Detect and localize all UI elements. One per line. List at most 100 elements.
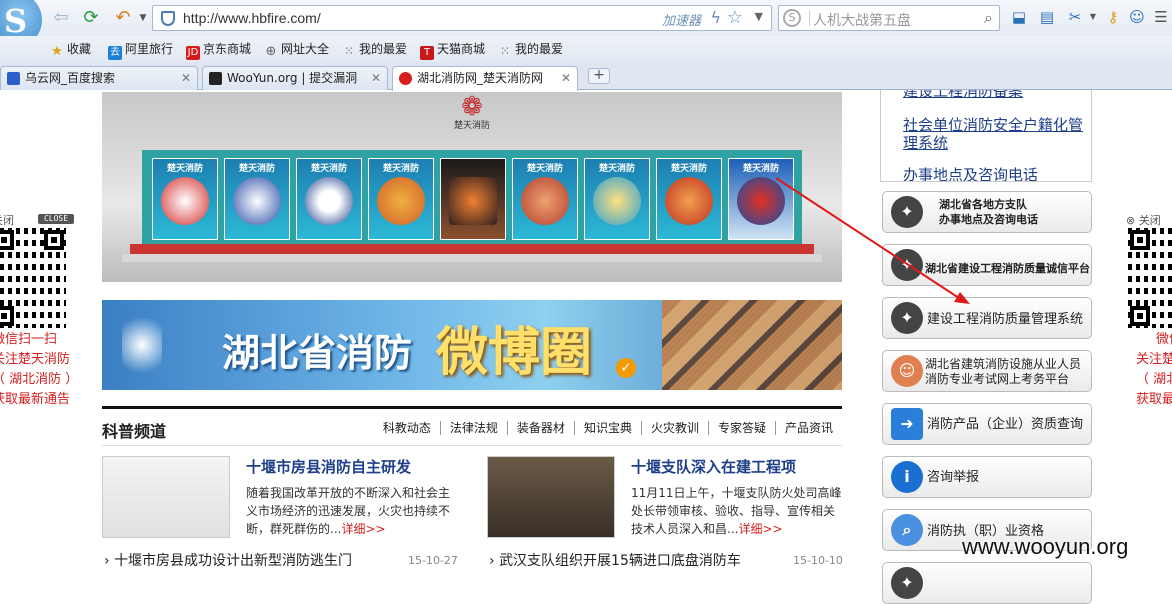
search-box[interactable]: S 人机大战第五盘 ⌕ (778, 5, 1000, 31)
download-icon[interactable]: ⬓ (1010, 8, 1028, 26)
weibo-banner[interactable]: 湖北省消防 微博圈 ✓ (102, 300, 842, 390)
scissors-dropdown-icon[interactable]: ▼ (1084, 8, 1102, 26)
sidebar-link[interactable]: 建设工程消防备案 (903, 90, 1023, 100)
channel-link[interactable]: 科教动态 (374, 421, 440, 435)
channel-link[interactable]: 法律法规 (439, 421, 507, 435)
tab-hbfire[interactable]: 湖北消防网_楚天消防网 ✕ (392, 66, 578, 91)
reader-icon[interactable]: ▤ (1038, 8, 1056, 26)
menu-icon[interactable]: ☰ (1152, 8, 1170, 26)
bookmark-item[interactable]: ⊕ 网址大全 (264, 40, 330, 59)
magazine-cover[interactable]: 楚天消防 (728, 158, 794, 240)
more-link[interactable]: 详细>> (341, 522, 385, 536)
tab-wooyun[interactable]: WooYun.org | 提交漏洞 ✕ (202, 66, 388, 90)
magazine-cover[interactable]: 楚天消防 (584, 158, 650, 240)
magazine-cover[interactable]: 楚天消防 (368, 158, 434, 240)
bookmark-item[interactable]: 去阿里旅行 (108, 40, 173, 60)
qr-caption-line: （ 湖北消防 ） (0, 372, 79, 387)
sidebar-button-exam-platform[interactable]: ☺ 湖北省建筑消防设施从业人员 消防专业考试网上考务平台 (882, 350, 1092, 392)
more-link[interactable]: 详细>> (738, 522, 782, 536)
user-icon[interactable]: ☺ (1128, 8, 1146, 26)
bookmark-label: 网址大全 (281, 42, 330, 56)
search-input[interactable]: 人机大战第五盘 (813, 10, 911, 30)
back-icon[interactable]: ⇦ (50, 7, 72, 29)
channel-link[interactable]: 产品资讯 (774, 421, 842, 435)
undo-dropdown-icon[interactable]: ▼ (132, 7, 154, 29)
magazine-cover[interactable] (440, 158, 506, 240)
close-link[interactable]: 关闭 (0, 214, 14, 227)
sidebar-button-report[interactable]: i 咨询举报 (882, 456, 1092, 498)
alitrip-icon: 去 (108, 46, 122, 60)
magazine-cover[interactable]: 楚天消防 (296, 158, 362, 240)
key-icon[interactable]: ⚷ (1104, 8, 1122, 26)
news-list-item[interactable]: › 十堰市房县成功设计出新型消防逃生门 (104, 550, 352, 570)
wooyun-icon (209, 72, 222, 85)
meeting-thumbnail[interactable] (487, 456, 615, 538)
weibo-title-main: 湖北省消防 (222, 330, 413, 375)
search-icon[interactable]: ⌕ (984, 8, 993, 28)
close-icon[interactable]: ✕ (371, 67, 381, 89)
news-title[interactable]: 十堰市房县消防自主研发 (246, 456, 411, 477)
sidebar-link[interactable]: 社会单位消防安全户籍化管理系统 (903, 116, 1083, 152)
bookmark-item[interactable]: JD 京东商城 (186, 40, 251, 60)
bolt-icon[interactable]: ϟ (710, 8, 721, 27)
bookmark-item[interactable]: ⁙ 我的最爱 (498, 40, 563, 58)
undo-icon[interactable]: ↶ (112, 7, 134, 29)
firefighters-photo (662, 300, 842, 390)
news-date-text: 15-10-27 (408, 554, 458, 567)
spiral-logo-icon: ❁ (461, 92, 483, 122)
new-tab-button[interactable]: + (588, 68, 610, 84)
certificate-thumbnail[interactable] (102, 456, 230, 538)
channel-link[interactable]: 知识宝典 (573, 421, 641, 435)
sidebar-button-product-query[interactable]: ➜ 消防产品（企业）资质查询 (882, 403, 1092, 445)
shield-icon (161, 11, 175, 26)
channel-link[interactable]: 装备器材 (506, 421, 574, 435)
bookmark-item[interactable]: T 天猫商城 (420, 40, 485, 60)
url-text[interactable]: http://www.hbfire.com/ (183, 10, 321, 26)
bookmarks-bar: ★ 收藏 去阿里旅行 JD 京东商城 ⊕ 网址大全 ⁙ 我的最爱 T 天猫商城 ⁙ 我的最爱 (0, 36, 1172, 62)
globe-icon: ⊕ (265, 44, 277, 59)
fire-emblem-icon: ✦ (891, 249, 923, 281)
qr-caption-line: 微信 (1156, 332, 1172, 347)
magazine-cover[interactable]: 楚天消防 (512, 158, 578, 240)
close-badge[interactable]: CLOSE (38, 214, 74, 224)
channel-links: 科教动态 法律法规 装备器材 知识宝典 火灾教训 专家答疑 产品资讯 (374, 419, 842, 436)
favorite-star-icon[interactable]: ☆ (727, 7, 743, 28)
refresh-icon[interactable]: ⟳ (80, 7, 102, 29)
qr-caption-line: 关注楚天消防 (0, 352, 71, 367)
hbfire-icon (399, 72, 412, 85)
channel-link[interactable]: 专家答疑 (707, 421, 775, 435)
news-title[interactable]: 十堰支队深入在建工程项 (631, 456, 796, 477)
close-link[interactable]: ⊗ 关闭 (1126, 214, 1161, 227)
channel-link[interactable]: 火灾教训 (640, 421, 708, 435)
weibo-title-highlight: 微博圈 (436, 322, 593, 383)
bookmark-item[interactable]: ⁙ 我的最爱 (342, 40, 407, 58)
sidebar-link[interactable]: 办事地点及咨询电话 (903, 166, 1038, 181)
search-divider (809, 10, 810, 26)
button-label: 湖北省建筑消防设施从业人员 消防专业考试网上考务平台 (925, 357, 1082, 386)
news-list-item[interactable]: › 武汉支队组织开展15辆进口底盘消防车 (489, 550, 741, 570)
brand-name: 楚天消防 (453, 121, 490, 131)
sidebar-button-more[interactable]: ✦ (882, 562, 1092, 604)
tab-baidu[interactable]: 乌云网_百度搜索 ✕ (0, 66, 198, 90)
sidebar-button-quality-credit[interactable]: ✦ 湖北省建设工程消防质量诚信平台 (882, 244, 1092, 286)
magazine-cover[interactable]: 楚天消防 (224, 158, 290, 240)
accelerator-label[interactable]: 加速器 (662, 10, 701, 29)
sidebar-button-quality-system[interactable]: ✦ 建设工程消防质量管理系统 (882, 297, 1092, 339)
magazine-cover[interactable]: 楚天消防 (152, 158, 218, 240)
lamp-decoration (122, 310, 162, 380)
search-engine-icon[interactable]: S (783, 9, 801, 27)
sidebar-button-branch-offices[interactable]: ✦ 湖北省各地方支队 办事地点及咨询电话 (882, 191, 1092, 233)
section-divider (102, 445, 842, 446)
address-dropdown-icon[interactable]: ▼ (755, 10, 763, 23)
bookmark-item[interactable]: ★ 收藏 (50, 40, 91, 59)
magazine-showcase[interactable]: ❁ 楚天消防 楚天消防 楚天消防 楚天消防 楚天消防 楚天消防 楚天消防 楚天消… (102, 92, 842, 282)
address-bar[interactable]: http://www.hbfire.com/ 加速器 ϟ ☆ ▼ (152, 5, 772, 31)
close-icon[interactable]: ✕ (181, 67, 191, 89)
scissors-icon[interactable]: ✂ (1066, 8, 1084, 26)
person-avatar-icon: ☺ (891, 355, 923, 387)
magazine-cover[interactable]: 楚天消防 (656, 158, 722, 240)
fire-emblem-icon: ✦ (891, 567, 923, 599)
news-list-title: 十堰市房县成功设计出新型消防逃生门 (114, 553, 353, 569)
close-icon[interactable]: ✕ (561, 67, 571, 89)
qr-caption-line: 关注楚 (1136, 352, 1172, 367)
